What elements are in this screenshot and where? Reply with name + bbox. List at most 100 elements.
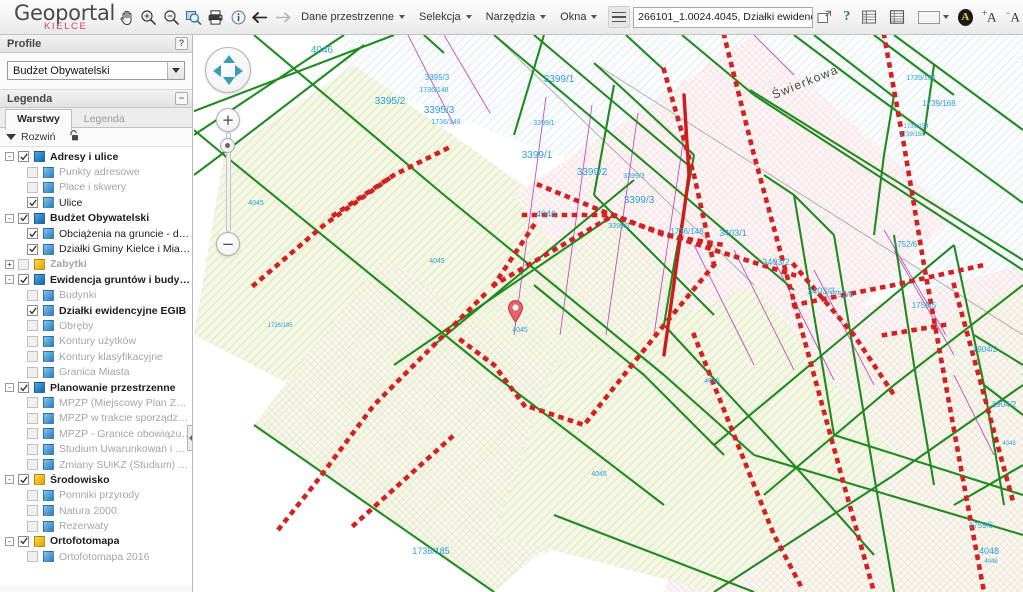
print-icon[interactable]	[205, 4, 227, 30]
layer-row[interactable]: - Ortofotomapa	[0, 534, 192, 549]
layer-checkbox[interactable]	[27, 459, 38, 470]
layer-checkbox[interactable]	[18, 382, 29, 394]
back-arrow-icon[interactable]	[249, 4, 271, 30]
layer-checkbox[interactable]	[27, 228, 38, 240]
layer-row[interactable]: Budynki	[0, 288, 192, 303]
layer-checkbox[interactable]	[27, 305, 38, 317]
layer-checkbox[interactable]	[18, 535, 29, 547]
layer-checkbox[interactable]	[27, 335, 38, 347]
info-icon[interactable]	[227, 4, 249, 30]
layer-row[interactable]: Ulice	[0, 195, 192, 210]
collapse-icon[interactable]: -	[5, 275, 14, 285]
high-contrast-toggle[interactable]: A	[957, 8, 973, 26]
hamburger-menu-icon[interactable]	[608, 6, 631, 28]
open-external-icon[interactable]	[813, 4, 835, 30]
font-decrease-button[interactable]: −A	[1002, 8, 1022, 25]
layer-checkbox[interactable]	[27, 351, 38, 363]
expand-all-control[interactable]: Rozwiń	[0, 128, 192, 147]
layer-checkbox[interactable]	[27, 289, 38, 301]
attribute-table-icon[interactable]	[858, 4, 880, 30]
layer-checkbox[interactable]	[27, 166, 38, 178]
layer-tree[interactable]: - Adresy i ulice Punkty adresowe Place i sk…	[0, 147, 192, 585]
layer-checkbox[interactable]	[27, 412, 38, 424]
layer-checkbox[interactable]	[27, 181, 38, 193]
tab-legenda[interactable]: Legenda	[72, 109, 137, 129]
layer-row[interactable]: MPZP - Granice obowiązujący...	[0, 426, 192, 441]
layer-row[interactable]: Obręby	[0, 318, 192, 333]
legend-collapse-button[interactable]: −	[175, 92, 188, 105]
lock-icon[interactable]	[67, 129, 80, 145]
app-logo[interactable]: Geoportal KIELCE	[0, 2, 115, 32]
collapse-icon[interactable]: -	[5, 152, 14, 162]
zoom-out-icon[interactable]	[160, 4, 182, 30]
layer-row[interactable]: - Planowanie przestrzenne	[0, 380, 192, 395]
layer-row[interactable]: Kontury klasyfikacyjne	[0, 349, 192, 364]
layer-checkbox[interactable]	[18, 474, 29, 486]
menu-okna[interactable]: Okna	[553, 7, 604, 27]
layer-checkbox[interactable]	[27, 520, 38, 532]
layer-row[interactable]: MPZP w trakcie sporządzania	[0, 411, 192, 426]
layer-row[interactable]: Działki Gminy Kielce i Miasta Ki...	[0, 241, 192, 256]
layer-checkbox[interactable]	[27, 320, 38, 332]
layer-checkbox[interactable]	[27, 489, 38, 501]
help-button[interactable]: ?	[836, 4, 858, 30]
collapse-icon[interactable]: -	[5, 475, 14, 485]
layer-row[interactable]: Studium Uwarunkowań i Kieru...	[0, 441, 192, 456]
zoom-in-icon[interactable]	[137, 4, 159, 30]
layer-checkbox[interactable]	[27, 366, 38, 378]
layer-row[interactable]: Place i skwery	[0, 180, 192, 195]
layer-row[interactable]: + Zabytki	[0, 257, 192, 272]
layer-checkbox[interactable]	[27, 197, 38, 209]
layer-row[interactable]: Punkty adresowe	[0, 164, 192, 179]
menu-selekcja[interactable]: Selekcja	[412, 7, 479, 27]
layer-checkbox[interactable]	[18, 212, 29, 224]
pan-left-icon[interactable]	[213, 65, 221, 77]
layer-checkbox[interactable]	[27, 397, 38, 409]
layer-row[interactable]: Pomniki przyrody	[0, 488, 192, 503]
layer-checkbox[interactable]	[27, 243, 38, 255]
menu-dane-przestrzenne[interactable]: Dane przestrzenne	[294, 7, 412, 27]
chevron-down-icon[interactable]	[167, 62, 184, 79]
map-canvas[interactable]: 4046 3395/2 3395/3 3395/3 3399/1 3399/1 3399/1…	[194, 35, 1023, 592]
layer-checkbox[interactable]	[27, 505, 38, 517]
menu-narzedzia[interactable]: Narzędzia	[479, 7, 554, 27]
zoom-extent-icon[interactable]	[182, 4, 204, 30]
expand-icon[interactable]: +	[5, 259, 14, 269]
search-input[interactable]: 266101_1.0024.4045, Działki ewidencyjne …	[633, 6, 814, 28]
layer-checkbox[interactable]	[18, 151, 29, 163]
collapse-icon[interactable]: -	[5, 383, 14, 393]
pan-down-icon[interactable]	[223, 77, 235, 85]
tab-warstwy[interactable]: Warstwy	[5, 109, 72, 130]
pan-compass[interactable]	[205, 47, 251, 93]
forward-arrow-icon[interactable]	[272, 4, 294, 30]
layer-row[interactable]: Granica Miasta	[0, 364, 192, 379]
layer-row[interactable]: - Ewidencja gruntów i budynków	[0, 272, 192, 287]
layer-row[interactable]: Kontury użytków	[0, 334, 192, 349]
pan-up-icon[interactable]	[223, 55, 235, 63]
layer-row[interactable]: Działki ewidencyjne EGIB	[0, 303, 192, 318]
sidebar-collapse-handle[interactable]	[187, 425, 192, 451]
collapse-icon[interactable]: -	[5, 213, 14, 223]
layer-row[interactable]: MPZP (Miejscowy Plan Zagosp...	[0, 395, 192, 410]
layer-checkbox[interactable]	[27, 443, 38, 455]
layer-checkbox[interactable]	[27, 428, 38, 440]
layer-row[interactable]: Natura 2000	[0, 503, 192, 518]
layer-checkbox[interactable]	[27, 551, 38, 563]
zoom-slider[interactable]: + −	[214, 108, 242, 256]
layer-checkbox[interactable]	[18, 274, 29, 286]
layer-row[interactable]: - Budżet Obywatelski	[0, 211, 192, 226]
layer-row[interactable]: - Adresy i ulice	[0, 149, 192, 164]
layer-row[interactable]: - Środowisko	[0, 472, 192, 487]
font-increase-button[interactable]: +A	[979, 8, 999, 25]
zoom-out-button[interactable]: −	[216, 232, 240, 256]
layer-checkbox[interactable]	[18, 258, 29, 270]
layer-row[interactable]: Obciążenia na gruncie - dzierż...	[0, 226, 192, 241]
profile-help-button[interactable]: ?	[175, 37, 188, 50]
layer-row[interactable]: Ortofotomapa 2016	[0, 549, 192, 564]
pan-hand-icon[interactable]	[115, 4, 137, 30]
language-selector[interactable]	[915, 9, 952, 26]
layer-row[interactable]: Rezerwaty	[0, 518, 192, 533]
zoom-in-button[interactable]: +	[216, 108, 240, 132]
collapse-icon[interactable]: -	[5, 536, 14, 546]
table-view-icon[interactable]	[885, 4, 907, 30]
